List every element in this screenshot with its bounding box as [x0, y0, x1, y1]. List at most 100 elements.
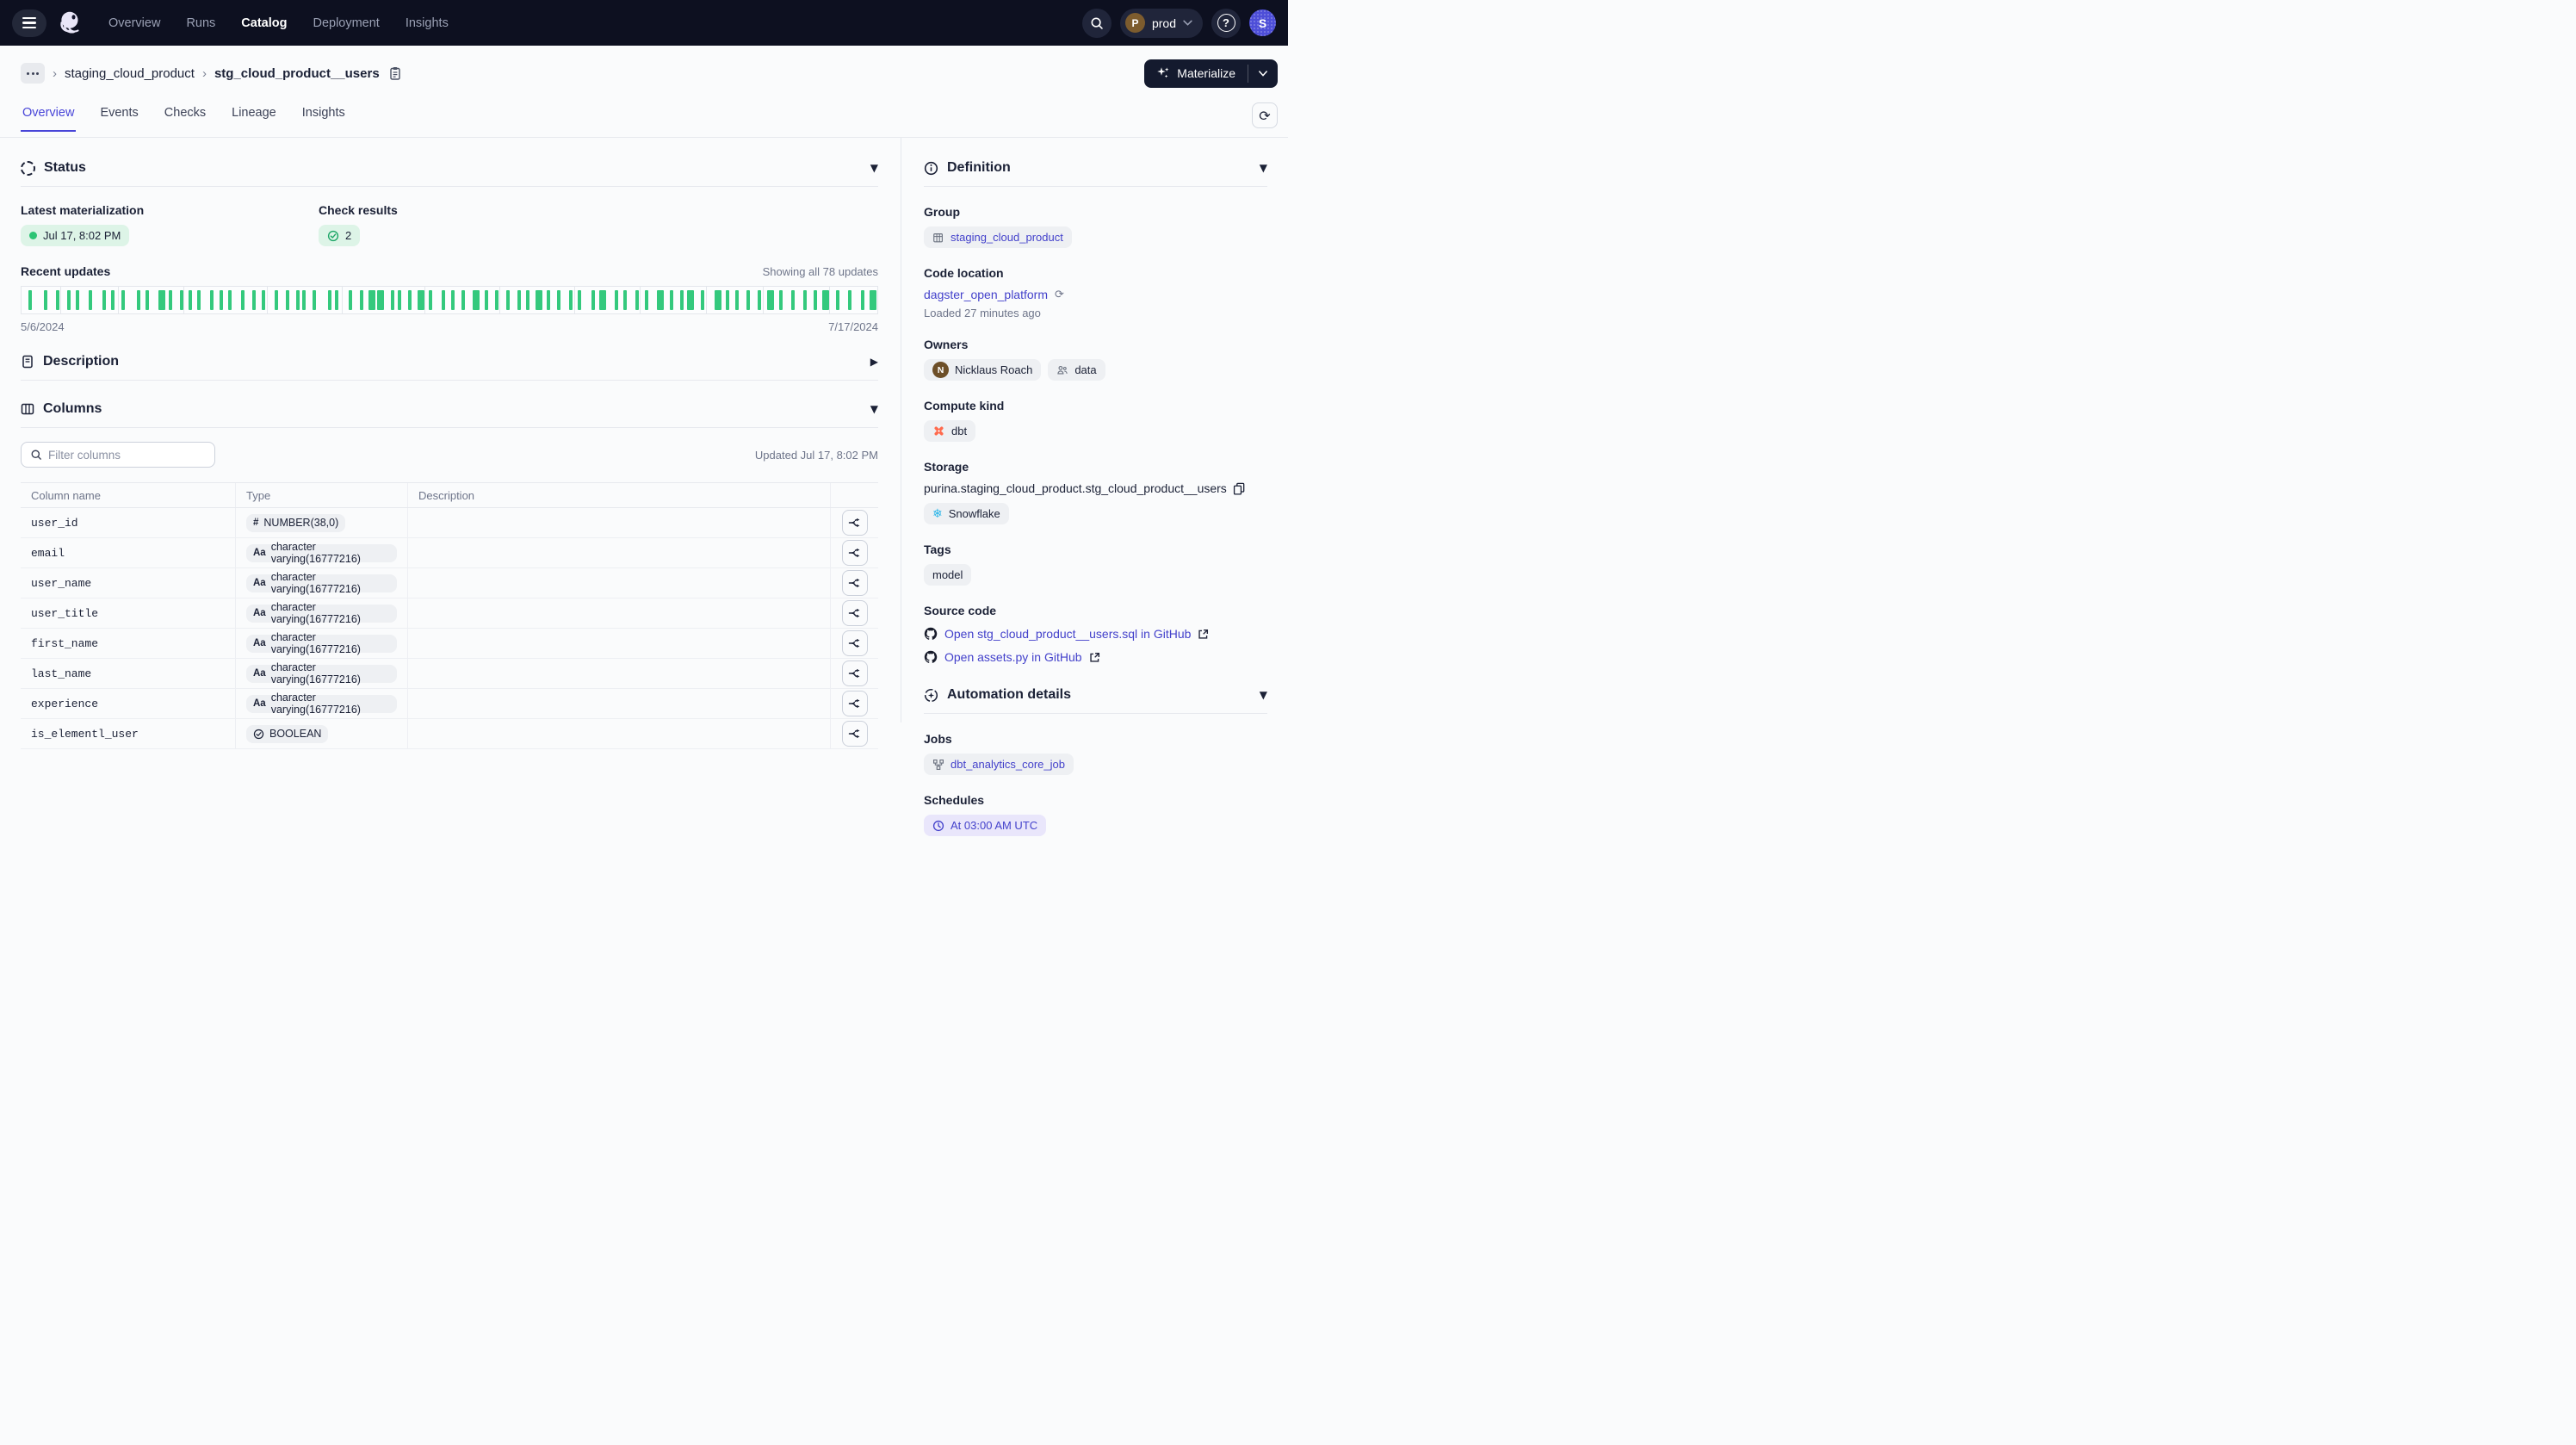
tab-lineage[interactable]: Lineage: [230, 101, 278, 132]
environment-switcher[interactable]: P prod: [1120, 9, 1203, 38]
asset-group-icon: [932, 232, 944, 244]
latest-materialization-badge[interactable]: Jul 17, 8:02 PM: [21, 225, 129, 246]
filter-columns-input[interactable]: [48, 449, 206, 462]
schedule-badge[interactable]: At 03:00 AM UTC: [924, 815, 1046, 836]
tab-events[interactable]: Events: [98, 101, 139, 132]
column-name: user_title: [31, 607, 98, 620]
column-lineage-button[interactable]: [842, 630, 868, 656]
help-button[interactable]: ?: [1211, 9, 1241, 38]
job-badge[interactable]: dbt_analytics_core_job: [924, 754, 1074, 775]
tab-insights[interactable]: Insights: [300, 101, 347, 132]
nav-insights[interactable]: Insights: [406, 16, 449, 30]
breadcrumb-overflow-button[interactable]: [21, 63, 45, 84]
table-row: last_name Aacharacter varying(16777216): [21, 659, 878, 689]
expand-description-icon[interactable]: ▶: [870, 356, 878, 368]
column-name: last_name: [31, 667, 91, 680]
column-name: user_id: [31, 517, 78, 530]
column-description: [408, 598, 831, 628]
timeline-segment: [763, 286, 830, 314]
column-lineage-button[interactable]: [842, 600, 868, 626]
nav-catalog[interactable]: Catalog: [241, 16, 287, 30]
refresh-button[interactable]: ⟳: [1252, 102, 1278, 128]
clipboard-icon: [389, 66, 401, 80]
materialization-tick: [848, 290, 851, 310]
column-description: [408, 508, 831, 537]
group-badge[interactable]: staging_cloud_product: [924, 226, 1072, 248]
materialization-tick: [146, 290, 149, 310]
owner-team-badge[interactable]: data: [1048, 359, 1105, 381]
chevron-down-icon: [1183, 20, 1192, 26]
column-name: email: [31, 547, 65, 560]
tags-label: Tags: [924, 543, 1267, 556]
tab-checks[interactable]: Checks: [163, 101, 207, 132]
compute-kind-badge[interactable]: dbt: [924, 420, 975, 442]
search-icon: [30, 449, 42, 461]
storage-label: Storage: [924, 460, 1267, 474]
materialization-tick: [296, 290, 300, 310]
refresh-icon: ⟳: [1259, 108, 1270, 124]
materialization-tick: [408, 290, 412, 310]
search-button[interactable]: [1082, 9, 1112, 38]
table-row: first_nameAacharacter varying(16777216): [21, 629, 878, 659]
column-lineage-icon: [848, 576, 862, 590]
column-lineage-button[interactable]: [842, 721, 868, 747]
materialization-tick: [461, 290, 465, 310]
dagster-logo-icon[interactable]: [53, 6, 88, 40]
materialization-tick: [56, 290, 59, 310]
job-graph-icon: [932, 759, 944, 771]
type-badge: Aacharacter varying(16777216): [246, 635, 397, 653]
column-lineage-button[interactable]: [842, 570, 868, 596]
materialization-tick: [210, 290, 214, 310]
status-title: Status: [44, 160, 86, 176]
collapse-status-icon[interactable]: ▼: [870, 162, 878, 174]
columns-title: Columns: [43, 401, 102, 417]
breadcrumb-parent-link[interactable]: staging_cloud_product: [65, 66, 195, 81]
owner-user-badge[interactable]: N Nicklaus Roach: [924, 359, 1041, 381]
schedules-label: Schedules: [924, 793, 1267, 807]
copy-asset-name-button[interactable]: [389, 66, 401, 80]
collapse-definition-icon[interactable]: ▼: [1260, 162, 1267, 174]
column-lineage-button[interactable]: [842, 510, 868, 536]
nav-deployment[interactable]: Deployment: [313, 16, 379, 30]
timeline-segment: [424, 286, 500, 314]
materialization-tick: [814, 290, 817, 310]
automation-title: Automation details: [947, 687, 1071, 703]
menu-button[interactable]: [12, 9, 46, 37]
tag-badge[interactable]: model: [924, 564, 971, 586]
materialization-tick: [220, 290, 223, 310]
collapse-automation-icon[interactable]: ▼: [1260, 689, 1267, 701]
check-circle-icon: [327, 230, 339, 242]
collapse-columns-icon[interactable]: ▼: [870, 403, 878, 415]
reload-code-location-button[interactable]: ⟳: [1055, 288, 1064, 301]
column-lineage-button[interactable]: [842, 660, 868, 686]
materialization-tick: [557, 290, 560, 310]
top-nav: Overview Runs Catalog Deployment Insight…: [0, 0, 1288, 46]
tab-overview[interactable]: Overview: [21, 101, 76, 132]
materialization-tick: [536, 290, 542, 310]
materialization-tick: [111, 290, 115, 310]
nav-runs[interactable]: Runs: [186, 16, 215, 30]
filter-columns-box: [21, 442, 215, 468]
materialization-tick: [822, 290, 829, 310]
type-badge: Aacharacter varying(16777216): [246, 665, 397, 683]
column-lineage-button[interactable]: [842, 540, 868, 566]
recent-updates-timeline[interactable]: [21, 286, 878, 314]
code-location-link[interactable]: dagster_open_platform: [924, 288, 1048, 301]
description-section-header: Description ▶: [21, 354, 878, 369]
type-badge: Aacharacter varying(16777216): [246, 544, 397, 562]
materialization-tick: [121, 290, 125, 310]
column-lineage-button[interactable]: [842, 691, 868, 716]
materialization-tick: [197, 290, 201, 310]
check-results-badge[interactable]: 2: [319, 225, 360, 246]
copy-storage-path-button[interactable]: [1233, 482, 1245, 495]
user-menu[interactable]: S: [1249, 9, 1276, 36]
materialization-tick: [635, 290, 639, 310]
timeline-dates: 5/6/2024 7/17/2024: [21, 320, 878, 333]
source-assets-link[interactable]: Open assets.py in GitHub: [944, 650, 1082, 664]
nav-overview[interactable]: Overview: [108, 16, 160, 30]
breadcrumb-row: › staging_cloud_product › stg_cloud_prod…: [0, 46, 1288, 101]
materialize-options-button[interactable]: [1248, 59, 1278, 88]
materialize-button[interactable]: Materialize: [1144, 59, 1248, 88]
storage-platform-badge[interactable]: ❄ Snowflake: [924, 503, 1009, 524]
source-sql-link[interactable]: Open stg_cloud_product__users.sql in Git…: [944, 627, 1191, 641]
